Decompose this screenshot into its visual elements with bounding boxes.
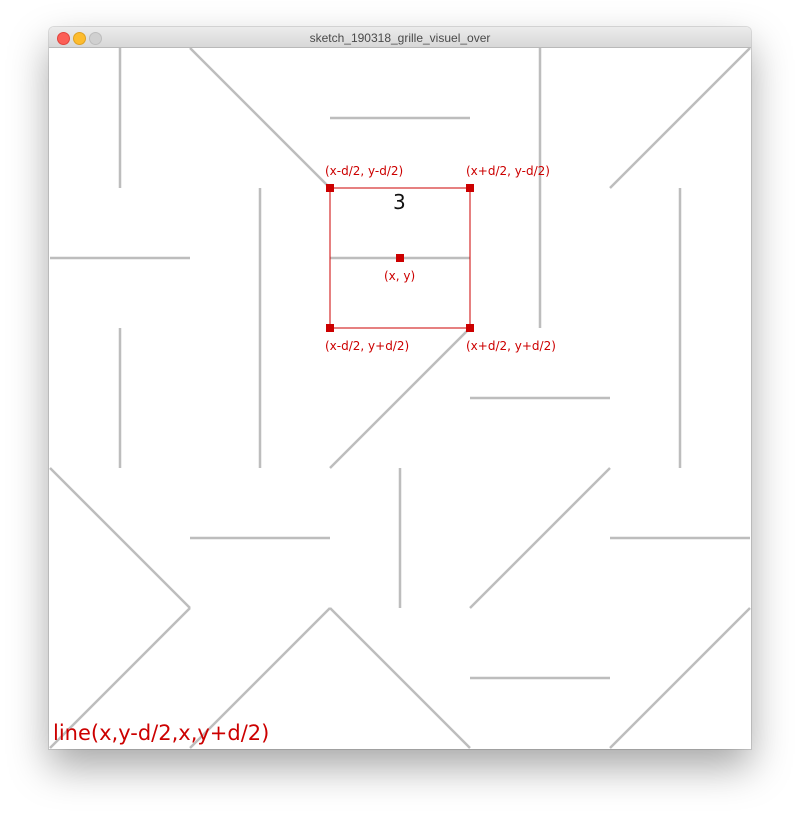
sketch-canvas[interactable]: (x-d/2, y-d/2) (x+d/2, y-d/2) (x, y) (x-… <box>49 48 751 749</box>
corner-marker-bottom-right <box>466 324 474 332</box>
grid-line <box>609 48 751 189</box>
corner-marker-top-left <box>326 184 334 192</box>
title-bar[interactable]: sketch_190318_grille_visuel_over <box>49 27 751 48</box>
grid-line <box>49 467 191 609</box>
cell-number: 3 <box>393 190 406 214</box>
center-marker <box>396 254 404 262</box>
window-title: sketch_190318_grille_visuel_over <box>309 31 491 45</box>
code-line-text: line(x,y-d/2,x,y+d/2) <box>53 721 269 745</box>
grid-line <box>189 48 331 189</box>
sketch-window: sketch_190318_grille_visuel_over (x-d/2,… <box>49 27 751 749</box>
grid-lines <box>49 48 751 749</box>
corner-marker-bottom-left <box>326 324 334 332</box>
grid-line <box>469 467 611 609</box>
grid-line <box>609 607 751 749</box>
corner-marker-top-right <box>466 184 474 192</box>
label-bottom-left: (x-d/2, y+d/2) <box>325 339 409 353</box>
label-top-left: (x-d/2, y-d/2) <box>325 164 403 178</box>
grid-line <box>329 607 471 749</box>
label-top-right: (x+d/2, y-d/2) <box>466 164 550 178</box>
label-center: (x, y) <box>384 269 415 283</box>
label-bottom-right: (x+d/2, y+d/2) <box>466 339 556 353</box>
